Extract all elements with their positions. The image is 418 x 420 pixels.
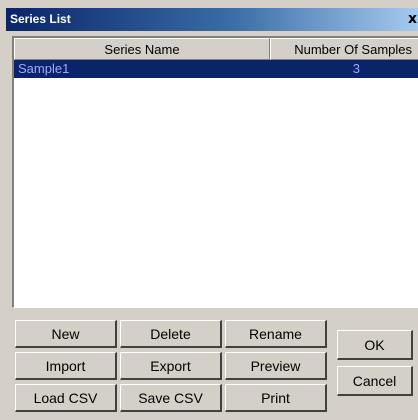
preview-button[interactable]: Preview [225,352,327,380]
import-button[interactable]: Import [15,352,117,380]
rename-button-label: Rename [249,325,302,342]
export-button[interactable]: Export [120,352,222,380]
delete-button-label: Delete [150,325,191,342]
rename-button[interactable]: Rename [225,320,327,348]
cancel-button[interactable]: Cancel [337,366,413,396]
close-icon[interactable]: x [408,10,418,28]
list-body[interactable]: Sample1 3 [14,60,418,308]
window-title: Series List [10,12,71,26]
series-list-view[interactable]: Series Name Number Of Samples Sample1 3 [12,36,418,308]
new-button[interactable]: New [15,320,117,348]
load-csv-button[interactable]: Load CSV [15,384,117,412]
cancel-button-label: Cancel [352,372,397,389]
column-header-series-name[interactable]: Series Name [14,38,270,60]
load-csv-button-label: Load CSV [33,389,98,406]
delete-button[interactable]: Delete [120,320,222,348]
ok-button-label: OK [364,336,385,353]
save-csv-button-label: Save CSV [138,389,203,406]
new-button-label: New [51,325,80,342]
ok-button[interactable]: OK [337,330,413,360]
sample-count-cell: 3 [352,61,360,76]
preview-button-label: Preview [250,357,301,374]
series-list-dialog: Series List x Series Name Number Of Samp… [0,0,418,420]
import-button-label: Import [45,357,86,374]
list-header: Series Name Number Of Samples [14,38,418,60]
column-header-number-of-samples[interactable]: Number Of Samples [270,38,418,60]
print-button-label: Print [261,389,290,406]
print-button[interactable]: Print [225,384,327,412]
table-row[interactable]: Sample1 3 [14,60,418,78]
title-bar[interactable]: Series List x [6,8,418,31]
save-csv-button[interactable]: Save CSV [120,384,222,412]
export-button-label: Export [150,357,191,374]
series-name-cell: Sample1 [18,61,70,76]
